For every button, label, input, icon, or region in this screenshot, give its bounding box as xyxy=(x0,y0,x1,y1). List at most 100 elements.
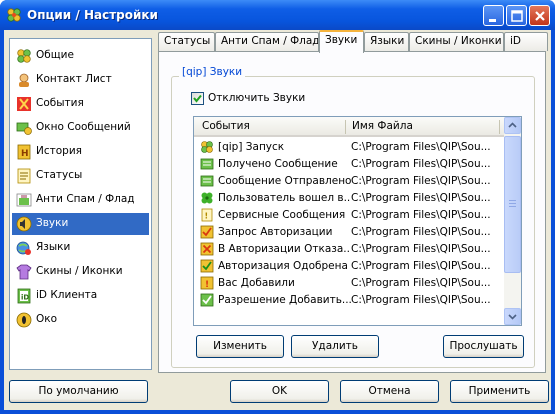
sounds-icon xyxy=(16,216,32,232)
list-row[interactable]: Сообщение Отправлено C:\Program Files\QI… xyxy=(194,173,505,190)
nav-item-eye[interactable]: Око xyxy=(12,309,149,331)
nav-item-message-window[interactable]: Окно Сообщений xyxy=(12,117,149,139)
listen-button[interactable]: Прослушать xyxy=(443,335,524,358)
tab-strip: Статусы Анти Спам / Флад Звуки Языки Ски… xyxy=(158,30,548,53)
nav-item-sounds[interactable]: Звуки xyxy=(12,213,149,235)
sounds-panel: [qip] Звуки Отключить Звуки События Имя … xyxy=(158,51,546,373)
event-name: Авторизация Одобрена xyxy=(218,260,348,272)
close-button[interactable] xyxy=(529,5,550,26)
eye-icon xyxy=(16,312,32,328)
tab-label: Языки xyxy=(370,35,405,47)
column-header-filename[interactable]: Имя Файла xyxy=(352,120,413,132)
list-row[interactable]: ! Сервисные Сообщения C:\Program Files\Q… xyxy=(194,207,505,224)
tab-statuses[interactable]: Статусы xyxy=(158,32,215,51)
minimize-icon xyxy=(489,19,496,22)
ok-button[interactable]: OK xyxy=(230,380,329,403)
list-row[interactable]: Авторизация Одобрена C:\Program Files\QI… xyxy=(194,258,505,275)
file-name: C:\Program Files\QIP\Sou... xyxy=(351,277,491,289)
antispam-icon xyxy=(16,193,32,207)
qip-flower-icon xyxy=(7,8,21,22)
file-name: C:\Program Files\QIP\Sou... xyxy=(351,294,491,306)
file-name: C:\Program Files\QIP\Sou... xyxy=(351,243,491,255)
add-permission-icon xyxy=(200,293,214,307)
list-row[interactable]: Получено Сообщение C:\Program Files\QIP\… xyxy=(194,156,505,173)
svg-text:!: ! xyxy=(205,212,209,221)
tab-sounds[interactable]: Звуки xyxy=(319,30,364,53)
event-name: [qip] Запуск xyxy=(218,141,285,153)
list-row[interactable]: [qip] Запуск C:\Program Files\QIP\Sou... xyxy=(194,139,505,156)
contact-list-icon xyxy=(19,73,29,87)
scroll-up-button[interactable] xyxy=(504,117,521,134)
event-name: Сервисные Сообщения xyxy=(218,209,346,221)
file-name: C:\Program Files\QIP\Sou... xyxy=(351,209,491,221)
nav-item-label: Звуки xyxy=(36,217,69,229)
tab-client-id[interactable]: iD xyxy=(504,32,548,51)
file-name: C:\Program Files\QIP\Sou... xyxy=(351,260,491,272)
client-id-icon: iD xyxy=(17,288,31,304)
settings-category-list[interactable]: Общие Контакт Лист События Окно Сообщени… xyxy=(9,38,152,370)
window-title: Опции / Настройки xyxy=(27,8,158,22)
column-separator[interactable] xyxy=(345,120,346,134)
column-header-events[interactable]: События xyxy=(202,120,250,132)
nav-item-label: Анти Спам / Флад xyxy=(36,193,135,205)
default-button[interactable]: По умолчанию xyxy=(9,380,148,403)
nav-item-skins[interactable]: Скины / Иконки xyxy=(12,261,149,283)
skins-icon xyxy=(16,264,32,280)
tab-languages[interactable]: Языки xyxy=(364,32,409,51)
maximize-button[interactable] xyxy=(506,5,527,26)
general-icon xyxy=(17,49,31,63)
tab-antispam[interactable]: Анти Спам / Флад xyxy=(215,32,319,51)
delete-button[interactable]: Удалить xyxy=(291,335,379,358)
tab-label: Звуки xyxy=(325,34,358,46)
nav-item-label: Скины / Иконки xyxy=(36,265,123,277)
statuses-icon xyxy=(17,168,31,184)
list-header: События Имя Файла xyxy=(194,117,505,137)
events-icon xyxy=(17,97,31,111)
svg-text:!: ! xyxy=(205,280,209,290)
column-separator[interactable] xyxy=(499,120,500,134)
nav-item-general[interactable]: Общие xyxy=(12,45,149,67)
auth-approved-icon xyxy=(200,259,214,273)
auth-request-icon xyxy=(200,225,214,239)
apply-button[interactable]: Применить xyxy=(450,380,549,403)
nav-item-statuses[interactable]: Статусы xyxy=(12,165,149,187)
service-message-icon: ! xyxy=(201,208,213,222)
event-name: В Авторизации Отказа... xyxy=(218,243,351,255)
scroll-thumb[interactable] xyxy=(504,136,521,273)
nav-item-label: Статусы xyxy=(36,169,83,181)
nav-item-contact-list[interactable]: Контакт Лист xyxy=(12,69,149,91)
tab-label: Анти Спам / Флад xyxy=(221,35,319,47)
svg-text:H: H xyxy=(21,149,29,159)
nav-item-client-id[interactable]: iD iD Клиента xyxy=(12,285,149,307)
list-row[interactable]: В Авторизации Отказа... C:\Program Files… xyxy=(194,241,505,258)
sound-events-list[interactable]: События Имя Файла [qip] Запуск C:\Progra… xyxy=(193,116,522,326)
scroll-down-button[interactable] xyxy=(504,308,521,325)
checkbox-box[interactable] xyxy=(191,92,204,105)
event-name: Получено Сообщение xyxy=(218,158,338,170)
list-row[interactable]: ! Вас Добавили C:\Program Files\QIP\Sou.… xyxy=(194,275,505,292)
file-name: C:\Program Files\QIP\Sou... xyxy=(351,175,491,187)
nav-item-label: Языки xyxy=(36,241,71,253)
thumb-grip xyxy=(509,203,516,204)
auth-denied-icon xyxy=(200,242,214,256)
options-window: Опции / Настройки Общие Контакт Лист Соб… xyxy=(0,0,555,414)
title-bar[interactable]: Опции / Настройки xyxy=(0,0,555,30)
nav-item-label: Окно Сообщений xyxy=(36,121,131,133)
list-row[interactable]: Запрос Авторизации C:\Program Files\QIP\… xyxy=(194,224,505,241)
message-sent-icon xyxy=(200,175,214,187)
nav-item-languages[interactable]: Языки xyxy=(12,237,149,259)
nav-item-antispam[interactable]: Анти Спам / Флад xyxy=(12,189,149,211)
list-row[interactable]: Разрешение Добавить... C:\Program Files\… xyxy=(194,292,505,309)
close-icon xyxy=(535,11,545,21)
tab-skins[interactable]: Скины / Иконки xyxy=(409,32,504,51)
nav-item-events[interactable]: События xyxy=(12,93,149,115)
cancel-button[interactable]: Отмена xyxy=(340,380,439,403)
nav-item-label: События xyxy=(36,97,84,109)
nav-item-history[interactable]: H История xyxy=(12,141,149,163)
minimize-button[interactable] xyxy=(483,5,504,26)
window-client-area: Общие Контакт Лист События Окно Сообщени… xyxy=(4,30,551,410)
list-row[interactable]: Пользователь вошел в... C:\Program Files… xyxy=(194,190,505,207)
file-name: C:\Program Files\QIP\Sou... xyxy=(351,192,491,204)
vertical-scrollbar[interactable] xyxy=(504,117,521,325)
change-button[interactable]: Изменить xyxy=(196,335,284,358)
